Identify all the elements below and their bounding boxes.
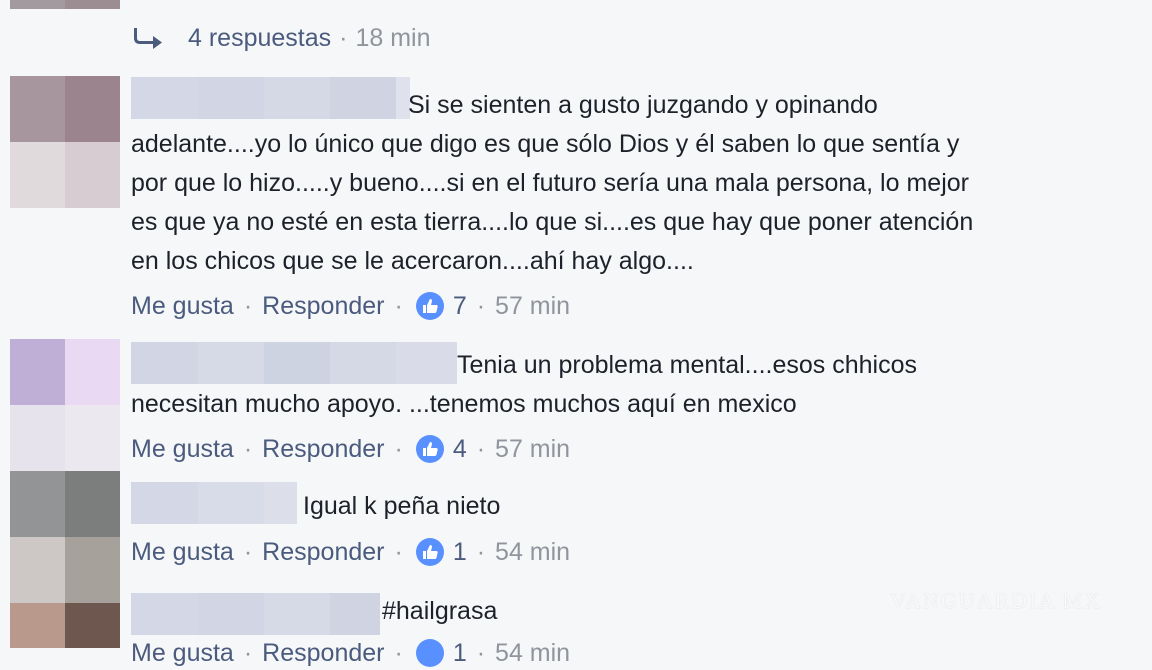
- like-button[interactable]: Me gusta: [131, 292, 234, 321]
- reply-button[interactable]: Responder: [262, 538, 384, 567]
- comment-time[interactable]: 57 min: [495, 435, 570, 464]
- thumbs-up-icon[interactable]: [415, 291, 445, 321]
- previous-avatar-remnant: [10, 0, 120, 9]
- comment-time[interactable]: 57 min: [495, 292, 570, 321]
- comment-text: Tenia un problema mental....esos chhicos…: [131, 351, 917, 418]
- thumbs-up-icon[interactable]: [415, 434, 445, 464]
- replies-time: 18 min: [355, 23, 431, 52]
- comment-text: Igual k peña nieto: [303, 492, 501, 520]
- avatar[interactable]: [10, 471, 120, 603]
- like-count[interactable]: 7: [453, 292, 467, 321]
- comment-actions: Me gusta · Responder · 4 · 57 min: [131, 432, 570, 466]
- separator-dot: ·: [243, 638, 253, 667]
- avatar[interactable]: [10, 339, 120, 471]
- reply-arrow-icon: [134, 28, 162, 49]
- replies-link[interactable]: 4 respuestas · 18 min: [134, 22, 431, 54]
- reply-button[interactable]: Responder: [262, 639, 384, 668]
- comment-time[interactable]: 54 min: [495, 538, 570, 567]
- like-button[interactable]: Me gusta: [131, 639, 234, 668]
- watermark: VANGUARDIA MX: [890, 588, 1103, 613]
- separator-dot: ·: [394, 434, 403, 463]
- separator-dot: ·: [394, 638, 403, 667]
- avatar[interactable]: [10, 603, 120, 648]
- like-count[interactable]: 4: [453, 435, 467, 464]
- like-count[interactable]: 1: [453, 639, 467, 668]
- comment-actions: Me gusta · Responder · 7 · 57 min: [131, 289, 570, 323]
- separator-dot: ·: [394, 291, 403, 320]
- replies-count-label[interactable]: 4 respuestas: [188, 24, 331, 53]
- separator-dot: ·: [243, 537, 253, 566]
- separator-dot: ·: [243, 434, 253, 463]
- separator-dot: ·: [476, 434, 486, 463]
- comment-time[interactable]: 54 min: [495, 639, 570, 668]
- comment-actions: Me gusta · Responder · 1 · 54 min: [131, 535, 570, 569]
- separator-dot: ·: [243, 291, 253, 320]
- separator-dot: ·: [394, 537, 403, 566]
- separator-dot: ·: [476, 537, 486, 566]
- like-button[interactable]: Me gusta: [131, 538, 234, 567]
- comment-text: Si se sienten a gusto juzgando y opinand…: [131, 91, 974, 275]
- reply-button[interactable]: Responder: [262, 435, 384, 464]
- separator-dot: ·: [476, 291, 486, 320]
- like-count[interactable]: 1: [453, 538, 467, 567]
- separator-dot: ·: [339, 23, 348, 52]
- like-button[interactable]: Me gusta: [131, 435, 234, 464]
- thumbs-up-icon[interactable]: [415, 638, 445, 668]
- separator-dot: ·: [476, 638, 486, 667]
- avatar[interactable]: [10, 76, 120, 208]
- comment-actions: Me gusta · Responder · 1 · 54 min: [131, 636, 570, 670]
- reply-button[interactable]: Responder: [262, 292, 384, 321]
- thumbs-up-icon[interactable]: [415, 537, 445, 567]
